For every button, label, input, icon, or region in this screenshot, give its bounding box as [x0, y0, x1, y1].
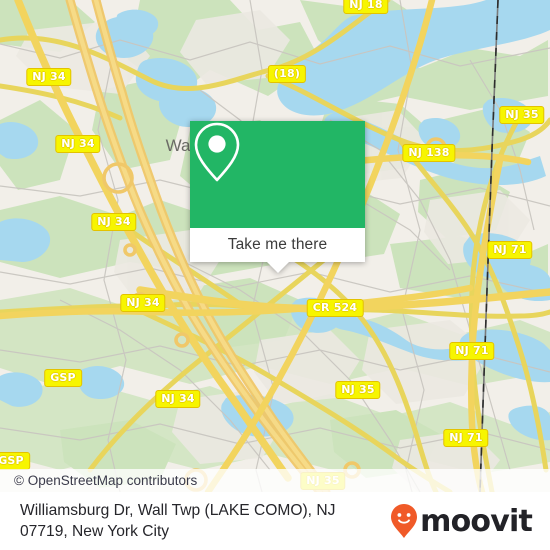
footer-bar: Williamsburg Dr, Wall Twp (LAKE COMO), N… [0, 492, 550, 550]
map-canvas[interactable]: Wa NJ 18 (18) NJ 34 NJ 34 NJ 138 NJ 35 NJ 34 NJ… [0, 0, 550, 492]
map-attribution[interactable]: © OpenStreetMap contributors [0, 469, 550, 492]
road-shield: NJ 34 [26, 68, 72, 86]
road-shield: NJ 34 [155, 390, 201, 408]
road-shield: (18) [267, 65, 307, 83]
road-shield: NJ 35 [335, 381, 381, 399]
moovit-wordmark: moovit [420, 503, 533, 539]
road-shield: CR 524 [306, 299, 364, 317]
road-shield: GSP [44, 369, 82, 387]
moovit-pin-smiley-icon [391, 504, 418, 538]
road-shield: NJ 35 [499, 106, 545, 124]
road-shield: GSP [0, 452, 30, 470]
take-me-there-button[interactable]: Take me there [190, 228, 365, 262]
road-shield: NJ 71 [487, 241, 533, 259]
moovit-brand: moovit [389, 503, 550, 539]
map-place-label: Wa [165, 136, 191, 155]
callout-image-area [190, 121, 365, 228]
app-root: Wa NJ 18 (18) NJ 34 NJ 34 NJ 138 NJ 35 NJ 34 NJ… [0, 0, 550, 550]
road-shield: NJ 18 [343, 0, 389, 14]
road-shield: NJ 71 [443, 429, 489, 447]
road-shield: NJ 34 [91, 213, 137, 231]
callout-pointer-tail [266, 262, 289, 273]
location-callout-card[interactable]: Take me there [190, 121, 365, 273]
road-shield: NJ 34 [55, 135, 101, 153]
road-shield: NJ 34 [120, 294, 166, 312]
road-shield: NJ 71 [449, 342, 495, 360]
take-me-there-label: Take me there [227, 236, 328, 253]
location-pin-icon [194, 122, 240, 182]
address-text: Williamsburg Dr, Wall Twp (LAKE COMO), N… [20, 502, 336, 540]
road-shield: NJ 138 [402, 144, 456, 162]
